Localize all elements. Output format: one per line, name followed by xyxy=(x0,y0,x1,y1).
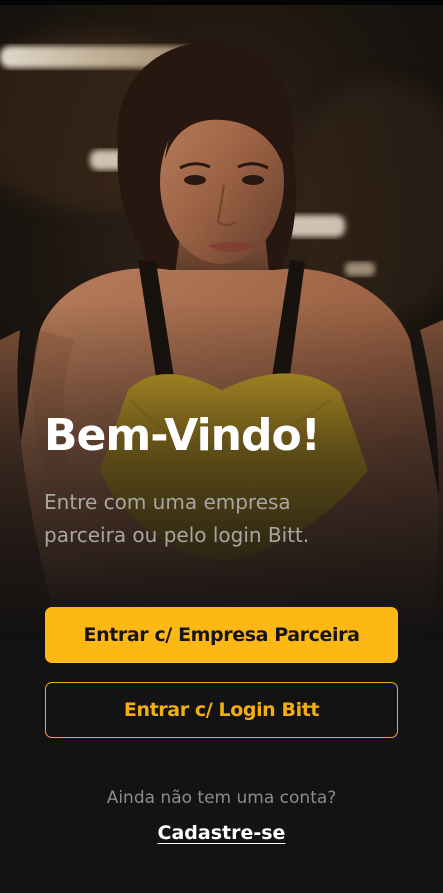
welcome-subtitle: Entre com uma empresa parceira ou pelo l… xyxy=(44,490,310,547)
welcome-screen: Bem-Vindo! Entre com uma empresa parceir… xyxy=(0,0,443,893)
no-account-text: Ainda não tem uma conta? xyxy=(106,788,337,808)
status-bar xyxy=(0,0,443,5)
signup-link[interactable]: Cadastre-se xyxy=(0,822,443,844)
welcome-title: Bem-Vindo! xyxy=(44,410,321,461)
welcome-section: Bem-Vindo! Entre com uma empresa parceir… xyxy=(44,408,399,552)
bitt-login-button[interactable]: Entrar c/ Login Bitt xyxy=(45,682,398,738)
partner-login-button[interactable]: Entrar c/ Empresa Parceira xyxy=(45,607,398,663)
